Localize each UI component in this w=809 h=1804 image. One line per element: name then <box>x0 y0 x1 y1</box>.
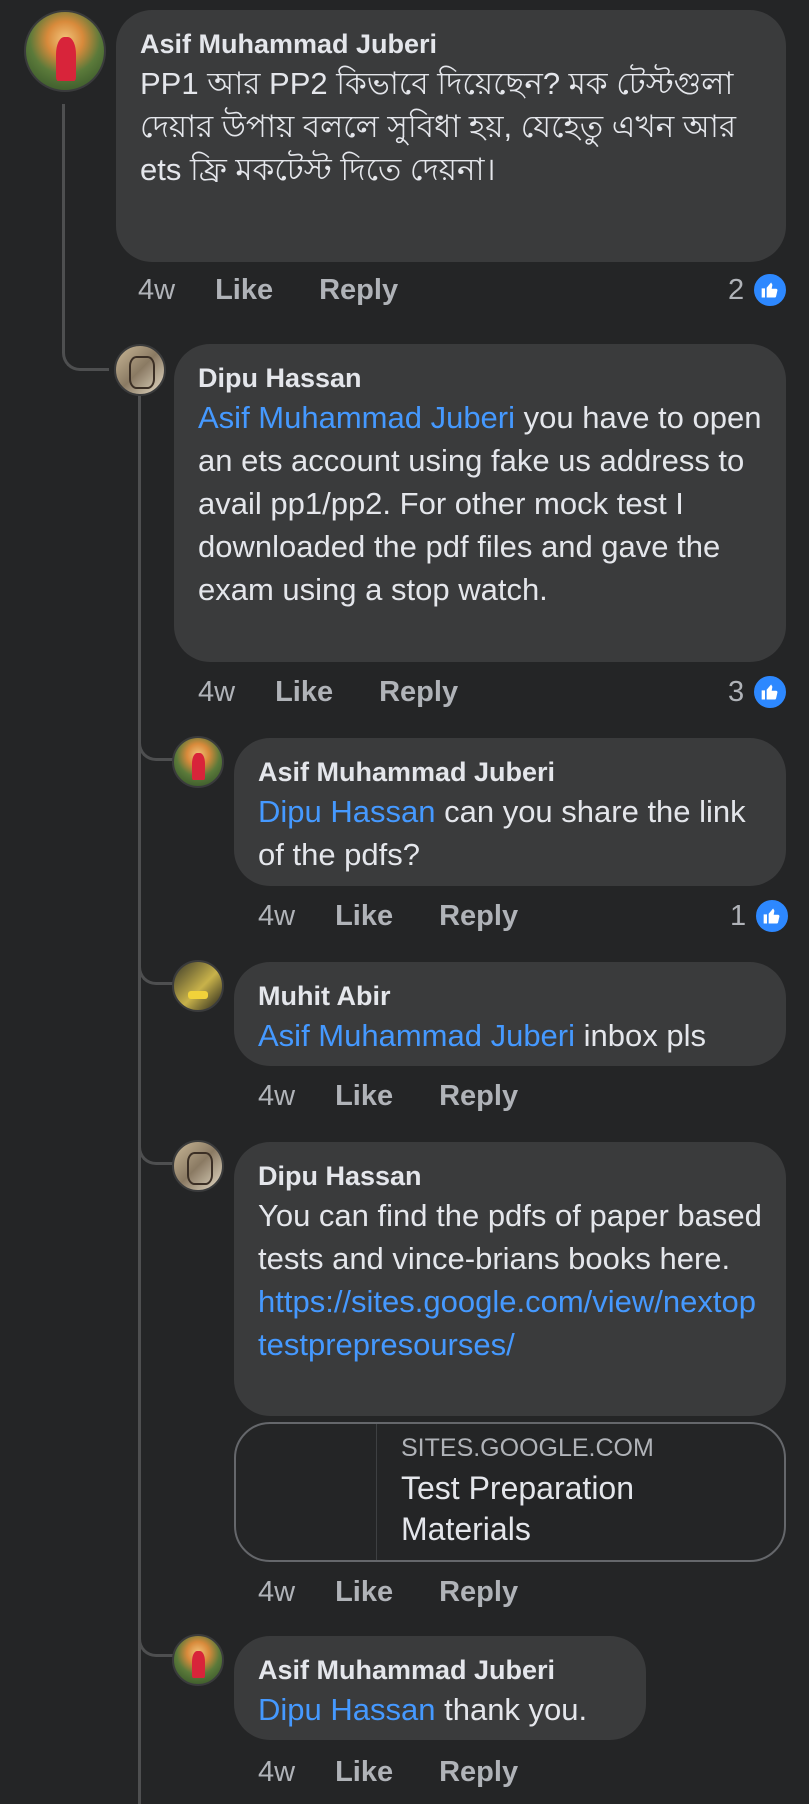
like-button[interactable]: Like <box>335 1080 393 1113</box>
reaction-count-value: 2 <box>728 273 745 306</box>
mention-link[interactable]: Dipu Hassan <box>258 1692 435 1727</box>
comment-thread: Asif Muhammad Juberi PP1 আর PP2 কিভাবে দ… <box>0 0 809 1804</box>
comment-actions: 4w Like Reply <box>258 1080 518 1113</box>
comment-bubble[interactable]: Asif Muhammad Juberi Dipu Hassan thank y… <box>234 1636 646 1740</box>
comment-bubble[interactable]: Muhit Abir Asif Muhammad Juberi inbox pl… <box>234 962 786 1066</box>
avatar[interactable] <box>172 1634 224 1686</box>
reaction-count[interactable]: 1 <box>730 898 791 934</box>
thread-line-nested <box>138 392 141 1804</box>
comment-text: Asif Muhammad Juberi inbox pls <box>258 1014 762 1057</box>
comment-time[interactable]: 4w <box>258 900 295 933</box>
thumbs-up-icon <box>752 674 789 710</box>
comment-bubble[interactable]: Asif Muhammad Juberi PP1 আর PP2 কিভাবে দ… <box>116 10 786 262</box>
avatar[interactable] <box>172 960 224 1012</box>
preview-domain: SITES.GOOGLE.COM <box>401 1434 654 1462</box>
like-button[interactable]: Like <box>215 274 273 307</box>
thread-curve-dipu <box>62 300 109 371</box>
reaction-count[interactable]: 3 <box>728 674 789 710</box>
thread-curve-3 <box>138 936 177 985</box>
mention-link[interactable]: Asif Muhammad Juberi <box>258 1018 575 1053</box>
comment-text: Asif Muhammad Juberi you have to open an… <box>198 396 762 611</box>
like-button[interactable]: Like <box>275 676 333 709</box>
mention-link[interactable]: Dipu Hassan <box>258 794 435 829</box>
comment-text: Dipu Hassan thank you. <box>258 1688 622 1731</box>
thread-curve-4 <box>138 1116 177 1165</box>
comment-time[interactable]: 4w <box>258 1080 295 1113</box>
avatar[interactable] <box>172 736 224 788</box>
preview-divider <box>376 1424 377 1560</box>
comment-actions: 4w Like Reply <box>258 1576 518 1609</box>
thread-curve-2 <box>138 712 177 761</box>
reaction-count[interactable]: 2 <box>728 272 789 308</box>
reply-button[interactable]: Reply <box>439 1756 518 1789</box>
reply-button[interactable]: Reply <box>439 1576 518 1609</box>
avatar[interactable] <box>172 1140 224 1192</box>
like-button[interactable]: Like <box>335 1576 393 1609</box>
comment-author[interactable]: Asif Muhammad Juberi <box>258 754 762 790</box>
reaction-count-value: 1 <box>730 899 747 932</box>
reply-button[interactable]: Reply <box>439 900 518 933</box>
comment-text: You can find the pdfs of paper based tes… <box>258 1198 762 1276</box>
comment-time[interactable]: 4w <box>258 1576 295 1609</box>
comment-time[interactable]: 4w <box>198 676 235 709</box>
comment-time[interactable]: 4w <box>138 274 175 307</box>
link-preview-card[interactable]: SITES.GOOGLE.COM Test Preparation Materi… <box>234 1422 786 1562</box>
comment-bubble[interactable]: Dipu Hassan Asif Muhammad Juberi you hav… <box>174 344 786 662</box>
comment-text: Dipu Hassan can you share the link of th… <box>258 790 762 876</box>
comment-link[interactable]: https://sites.google.com/view/nextoptest… <box>258 1280 762 1366</box>
comment-actions: 4w Like Reply <box>198 676 458 709</box>
reaction-count-value: 3 <box>728 675 745 708</box>
comment-author[interactable]: Asif Muhammad Juberi <box>140 26 762 62</box>
reply-button[interactable]: Reply <box>319 274 398 307</box>
mention-link[interactable]: Asif Muhammad Juberi <box>198 400 515 435</box>
avatar[interactable] <box>24 10 106 92</box>
comment-text-body: inbox pls <box>575 1018 706 1053</box>
comment-actions: 4w Like Reply <box>258 900 518 933</box>
comment-text: PP1 আর PP2 কিভাবে দিয়েছেন? মক টেস্টগুলা… <box>140 66 737 187</box>
like-button[interactable]: Like <box>335 900 393 933</box>
comment-time[interactable]: 4w <box>258 1756 295 1789</box>
reply-button[interactable]: Reply <box>439 1080 518 1113</box>
comment-bubble[interactable]: Asif Muhammad Juberi Dipu Hassan can you… <box>234 738 786 886</box>
comment-bubble[interactable]: Dipu Hassan You can find the pdfs of pap… <box>234 1142 786 1416</box>
thumbs-up-icon <box>752 272 789 308</box>
comment-text-body: thank you. <box>435 1692 588 1727</box>
thumbs-up-icon <box>754 898 791 934</box>
like-button[interactable]: Like <box>335 1756 393 1789</box>
preview-title: Test Preparation Materials <box>401 1470 635 1547</box>
comment-author[interactable]: Muhit Abir <box>258 978 762 1014</box>
comment-author[interactable]: Dipu Hassan <box>258 1158 762 1194</box>
avatar[interactable] <box>114 344 166 396</box>
comment-author[interactable]: Asif Muhammad Juberi <box>258 1652 622 1688</box>
reply-button[interactable]: Reply <box>379 676 458 709</box>
comment-author[interactable]: Dipu Hassan <box>198 360 762 396</box>
comment-actions: 4w Like Reply <box>258 1756 518 1789</box>
comment-actions: 4w Like Reply <box>138 274 398 307</box>
thread-curve-5 <box>138 1608 177 1657</box>
